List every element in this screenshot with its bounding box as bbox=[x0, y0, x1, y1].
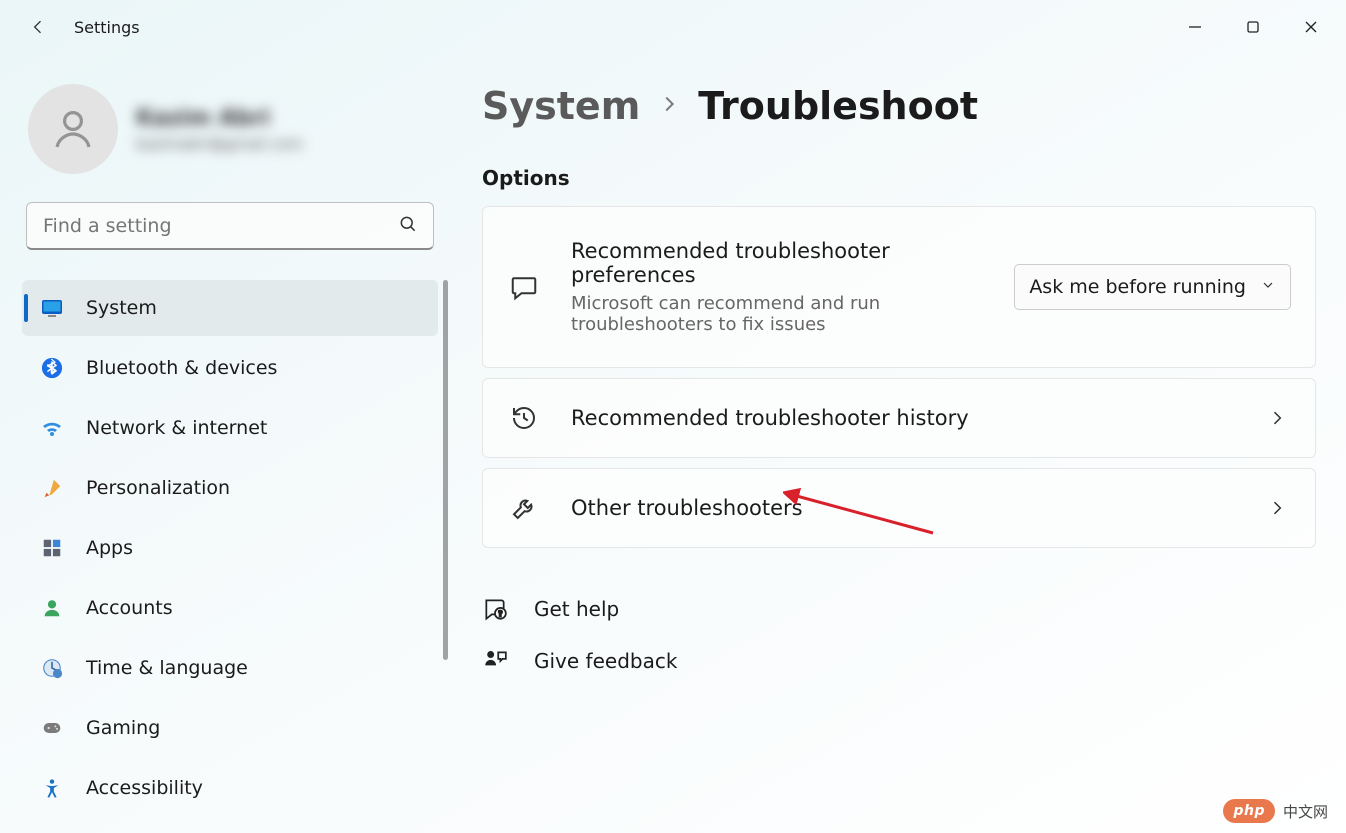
watermark-pill: php bbox=[1223, 799, 1275, 823]
dropdown-label: Ask me before running bbox=[1029, 276, 1246, 298]
help-icon: ? bbox=[482, 596, 508, 622]
wrench-icon bbox=[507, 491, 541, 525]
chevron-down-icon bbox=[1260, 276, 1276, 298]
user-email: kazimabri@gmail.com bbox=[136, 135, 303, 153]
back-button[interactable] bbox=[20, 9, 56, 45]
gaming-icon bbox=[40, 716, 64, 740]
sidebar-item-gaming[interactable]: Gaming bbox=[22, 700, 438, 756]
window-maximize-button[interactable] bbox=[1224, 7, 1282, 47]
svg-text:?: ? bbox=[498, 610, 502, 619]
watermark: php 中文网 bbox=[1223, 799, 1328, 823]
system-icon bbox=[40, 296, 64, 320]
sidebar-item-label: Personalization bbox=[86, 477, 230, 499]
card-title: Other troubleshooters bbox=[571, 496, 1263, 520]
sidebar-item-apps[interactable]: Apps bbox=[22, 520, 438, 576]
accessibility-icon bbox=[40, 776, 64, 800]
sidebar-item-label: Accessibility bbox=[86, 777, 203, 799]
breadcrumb-parent[interactable]: System bbox=[482, 84, 640, 128]
user-block[interactable]: Kazim Abri kazimabri@gmail.com bbox=[22, 54, 438, 202]
chevron-right-icon bbox=[1263, 408, 1291, 428]
sidebar-item-accounts[interactable]: Accounts bbox=[22, 580, 438, 636]
history-icon bbox=[507, 401, 541, 435]
sidebar-item-label: Network & internet bbox=[86, 417, 267, 439]
app-title: Settings bbox=[74, 18, 140, 37]
footer-link-label: Get help bbox=[534, 597, 619, 621]
search-wrap bbox=[22, 202, 438, 250]
breadcrumb: System Troubleshoot bbox=[482, 84, 1316, 128]
give-feedback-link[interactable]: Give feedback bbox=[482, 648, 1316, 674]
sidebar-item-time-language[interactable]: Time & language bbox=[22, 640, 438, 696]
avatar bbox=[28, 84, 118, 174]
user-info: Kazim Abri kazimabri@gmail.com bbox=[136, 106, 303, 153]
footer-link-label: Give feedback bbox=[534, 649, 677, 673]
sidebar-item-accessibility[interactable]: Accessibility bbox=[22, 760, 438, 816]
sidebar-scrollbar[interactable] bbox=[443, 280, 448, 660]
sidebar-item-label: Bluetooth & devices bbox=[86, 357, 277, 379]
section-title: Options bbox=[482, 166, 1316, 190]
feedback-icon bbox=[482, 648, 508, 674]
sidebar: Kazim Abri kazimabri@gmail.com System bbox=[8, 54, 452, 833]
sidebar-item-label: Time & language bbox=[86, 657, 248, 679]
title-bar: Settings bbox=[0, 0, 1346, 54]
chevron-right-icon bbox=[658, 93, 680, 119]
card-subtitle: Microsoft can recommend and run troubles… bbox=[571, 293, 998, 335]
sidebar-item-network[interactable]: Network & internet bbox=[22, 400, 438, 456]
card-title: Recommended troubleshooter history bbox=[571, 406, 1263, 430]
card-title: Recommended troubleshooter preferences bbox=[571, 239, 998, 287]
wifi-icon bbox=[40, 416, 64, 440]
bluetooth-icon bbox=[40, 356, 64, 380]
sidebar-item-bluetooth[interactable]: Bluetooth & devices bbox=[22, 340, 438, 396]
apps-icon bbox=[40, 536, 64, 560]
sidebar-item-label: System bbox=[86, 297, 157, 319]
prefs-dropdown[interactable]: Ask me before running bbox=[1014, 264, 1291, 310]
card-history[interactable]: Recommended troubleshooter history bbox=[482, 378, 1316, 458]
sidebar-item-system[interactable]: System bbox=[22, 280, 438, 336]
sidebar-item-personalization[interactable]: Personalization bbox=[22, 460, 438, 516]
sidebar-item-label: Accounts bbox=[86, 597, 173, 619]
content-pane: System Troubleshoot Options Recommended … bbox=[452, 54, 1346, 833]
nav-list: System Bluetooth & devices Network & int… bbox=[22, 280, 438, 816]
window-minimize-button[interactable] bbox=[1166, 7, 1224, 47]
accounts-icon bbox=[40, 596, 64, 620]
sidebar-item-label: Apps bbox=[86, 537, 133, 559]
window-close-button[interactable] bbox=[1282, 7, 1340, 47]
brush-icon bbox=[40, 476, 64, 500]
chat-icon bbox=[507, 270, 541, 304]
watermark-text: 中文网 bbox=[1283, 801, 1328, 822]
get-help-link[interactable]: ? Get help bbox=[482, 596, 1316, 622]
search-input[interactable] bbox=[26, 202, 434, 250]
card-recommended-prefs: Recommended troubleshooter preferences M… bbox=[482, 206, 1316, 368]
user-name: Kazim Abri bbox=[136, 106, 303, 131]
card-other-troubleshooters[interactable]: Other troubleshooters bbox=[482, 468, 1316, 548]
footer-links: ? Get help Give feedback bbox=[482, 596, 1316, 674]
chevron-right-icon bbox=[1263, 498, 1291, 518]
sidebar-item-label: Gaming bbox=[86, 717, 160, 739]
breadcrumb-current: Troubleshoot bbox=[698, 84, 978, 128]
clock-globe-icon bbox=[40, 656, 64, 680]
